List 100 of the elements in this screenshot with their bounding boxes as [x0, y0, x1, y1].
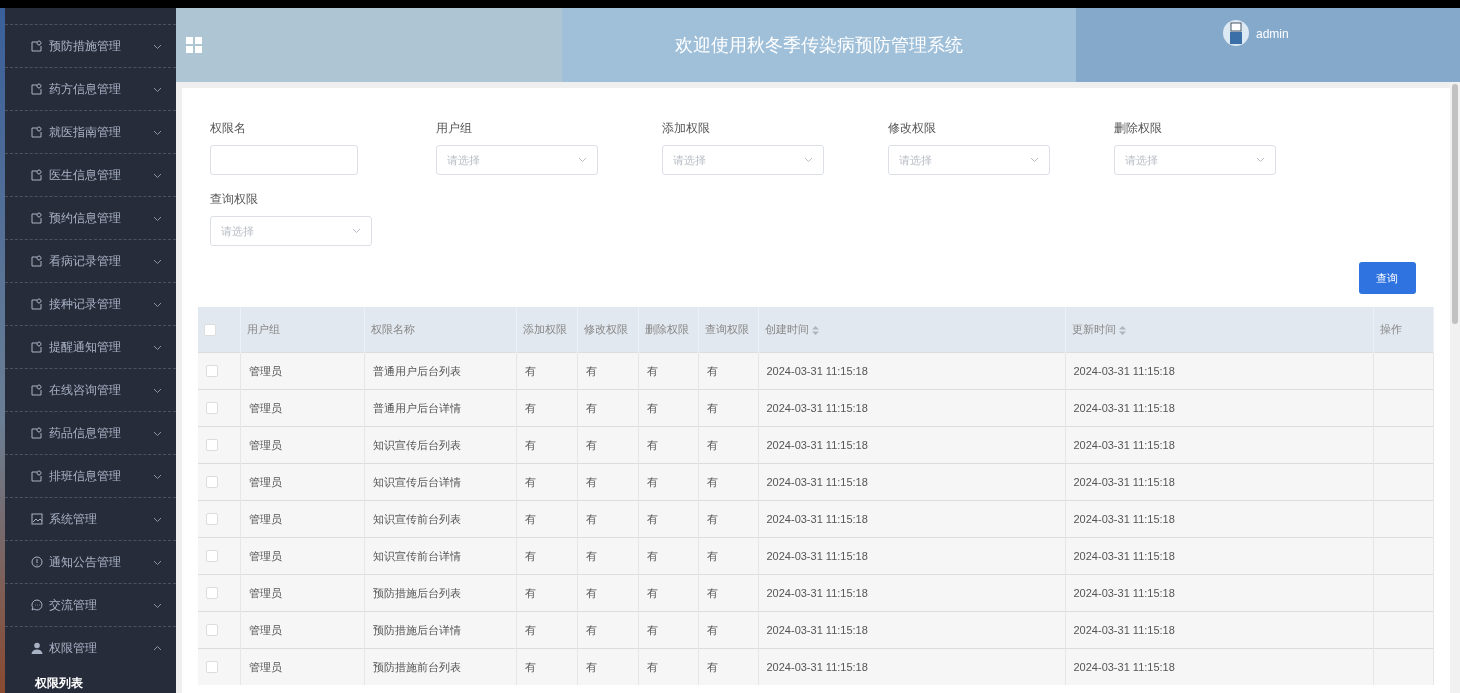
system-title: 欢迎使用秋冬季传染病预防管理系统 — [675, 34, 963, 57]
table-cell: 有 — [638, 426, 698, 464]
table-cell: 知识宣传前台详情 — [364, 537, 516, 575]
grid-menu-icon[interactable] — [186, 37, 202, 53]
table-cell: 有 — [577, 611, 638, 649]
row-checkbox[interactable] — [206, 513, 218, 525]
table-cell: 管理员 — [240, 537, 364, 575]
filter-label: 添加权限 — [662, 120, 711, 137]
table-cell: 有 — [698, 500, 758, 538]
sort-icon[interactable] — [811, 325, 819, 335]
table-cell: 有 — [516, 611, 577, 649]
sidebar-item-label: 预防措施管理 — [49, 37, 122, 55]
sidebar-item-label: 医生信息管理 — [49, 166, 122, 184]
filter-label: 查询权限 — [210, 191, 259, 208]
table-cell: 有 — [638, 389, 698, 427]
caret-icon — [352, 228, 361, 234]
caret-icon — [1030, 157, 1039, 163]
table-cell: 2024-03-31 11:15:18 — [758, 537, 1065, 575]
table-cell: 2024-03-31 11:15:18 — [1065, 500, 1373, 538]
input-field[interactable] — [210, 145, 358, 175]
search-button[interactable]: 查询 — [1358, 262, 1416, 294]
table-cell: 2024-03-31 11:15:18 — [758, 463, 1065, 501]
table-cell: 管理员 — [240, 463, 364, 501]
table-cell: 2024-03-31 11:15:18 — [1065, 426, 1373, 464]
table-cell: 2024-03-31 11:15:18 — [1065, 352, 1373, 390]
table-cell: 2024-03-31 11:15:18 — [1065, 389, 1373, 427]
info-icon — [31, 556, 43, 568]
sidebar-item-label: 通知公告管理 — [49, 553, 122, 571]
table-cell: 有 — [698, 426, 758, 464]
filter-label: 删除权限 — [1114, 120, 1163, 137]
table-cell: 预防措施前台列表 — [364, 648, 516, 685]
avatar-icon[interactable] — [1222, 18, 1250, 48]
table-cell: 2024-03-31 11:15:18 — [758, 352, 1065, 390]
caret-icon — [804, 157, 813, 163]
table-cell: 有 — [698, 389, 758, 427]
sidebar-item-label: 交流管理 — [49, 596, 98, 614]
submenu-item[interactable]: 权限列表 — [5, 669, 176, 693]
row-checkbox[interactable] — [206, 476, 218, 488]
table-cell: 普通用户后台列表 — [364, 352, 516, 390]
table-cell: 有 — [698, 352, 758, 390]
row-checkbox[interactable] — [206, 439, 218, 451]
table-cell: 2024-03-31 11:15:18 — [758, 500, 1065, 538]
document-icon — [31, 212, 43, 224]
table-cell: 管理员 — [240, 611, 364, 649]
table-cell: 有 — [577, 352, 638, 390]
table-cell: 有 — [577, 537, 638, 575]
document-icon — [31, 40, 43, 52]
column-header: 权限名称 — [364, 307, 516, 353]
table-cell: 有 — [698, 537, 758, 575]
sort-icon[interactable] — [1118, 325, 1126, 335]
scrollbar-thumb[interactable] — [1452, 84, 1458, 324]
table-cell: 预防措施后台列表 — [364, 574, 516, 612]
document-icon — [31, 169, 43, 181]
table-cell: 有 — [516, 648, 577, 685]
document-icon — [31, 427, 43, 439]
table-cell: 预防措施后台详情 — [364, 611, 516, 649]
sidebar-item-label: 看病记录管理 — [49, 252, 122, 270]
table-cell: 有 — [516, 574, 577, 612]
table-cell: 有 — [698, 463, 758, 501]
table-cell: 有 — [577, 463, 638, 501]
table-cell: 有 — [638, 648, 698, 685]
row-checkbox[interactable] — [206, 661, 218, 673]
document-icon — [31, 341, 43, 353]
table-cell: 有 — [516, 500, 577, 538]
table-cell: 有 — [638, 611, 698, 649]
table-cell: 有 — [516, 389, 577, 427]
table-cell: 2024-03-31 11:15:18 — [758, 426, 1065, 464]
table-cell: 管理员 — [240, 648, 364, 685]
table-cell: 2024-03-31 11:15:18 — [1065, 611, 1373, 649]
sidebar-item-label: 药品信息管理 — [49, 424, 122, 442]
row-checkbox[interactable] — [206, 587, 218, 599]
column-header: 修改权限 — [577, 307, 638, 353]
document-icon — [31, 126, 43, 138]
sidebar-item-label: 排班信息管理 — [49, 467, 122, 485]
sidebar-item-label: 权限管理 — [49, 639, 98, 657]
table-cell: 有 — [577, 648, 638, 685]
sidebar-item-label: 就医指南管理 — [49, 123, 122, 141]
row-checkbox[interactable] — [206, 365, 218, 377]
table-cell: 2024-03-31 11:15:18 — [1065, 537, 1373, 575]
table-cell: 管理员 — [240, 389, 364, 427]
table-cell: 有 — [638, 352, 698, 390]
select-all-checkbox[interactable] — [204, 323, 216, 336]
row-checkbox[interactable] — [206, 402, 218, 414]
table-cell: 有 — [698, 648, 758, 685]
image-icon — [31, 513, 43, 525]
column-header: 用户组 — [240, 307, 364, 353]
table-cell: 2024-03-31 11:15:18 — [1065, 463, 1373, 501]
table-cell: 有 — [638, 500, 698, 538]
table-cell: 知识宣传前台列表 — [364, 500, 516, 538]
row-checkbox[interactable] — [206, 624, 218, 636]
sidebar-item-label: 在线咨询管理 — [49, 381, 122, 399]
table-cell: 2024-03-31 11:15:18 — [1065, 574, 1373, 612]
table-cell: 有 — [638, 463, 698, 501]
row-checkbox[interactable] — [206, 550, 218, 562]
table-cell: 有 — [698, 574, 758, 612]
table-cell: 有 — [698, 611, 758, 649]
table-cell: 知识宣传后台列表 — [364, 426, 516, 464]
table-cell: 知识宣传后台详情 — [364, 463, 516, 501]
sidebar-item-label: 药方信息管理 — [49, 80, 122, 98]
table-cell: 管理员 — [240, 352, 364, 390]
